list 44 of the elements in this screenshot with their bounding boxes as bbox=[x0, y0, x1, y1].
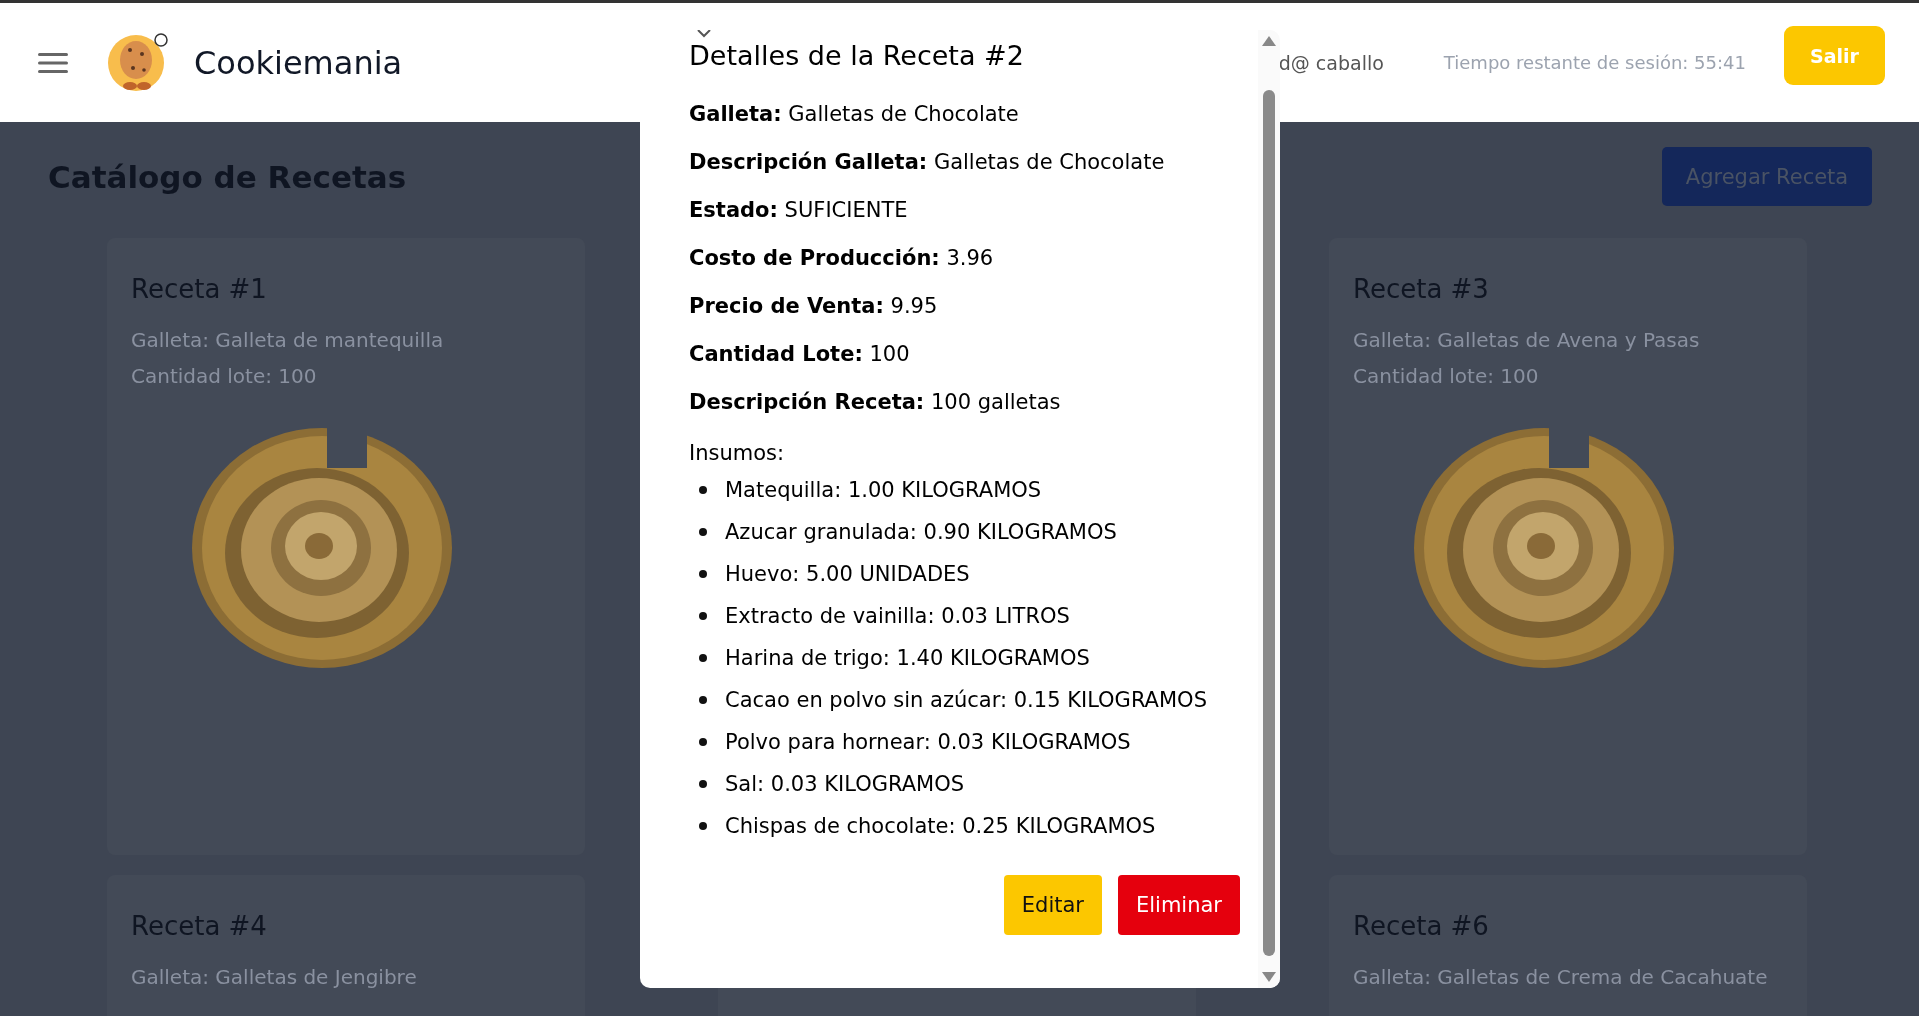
logout-button[interactable]: Salir bbox=[1784, 26, 1885, 85]
bullet-icon bbox=[699, 570, 707, 578]
menu-icon[interactable] bbox=[38, 51, 68, 74]
dialog-title: Detalles de la Receta #2 bbox=[689, 40, 1025, 71]
bullet-icon bbox=[699, 696, 707, 704]
scroll-down-icon[interactable] bbox=[1262, 972, 1276, 982]
cookie-name: Galleta: Galletas de Avena y Pasas bbox=[1353, 328, 1701, 354]
detail-field: Descripción Galleta: Galletas de Chocolate bbox=[689, 149, 1258, 176]
ingredient-item: Matequilla: 1.00 KILOGRAMOS bbox=[725, 478, 1042, 502]
bullet-icon bbox=[699, 738, 707, 746]
scroll-up-icon[interactable] bbox=[1262, 36, 1276, 46]
bullet-icon bbox=[699, 528, 707, 536]
cookie-name: Galleta: Galleta de mantequilla bbox=[131, 328, 445, 354]
scrollbar-thumb[interactable] bbox=[1263, 90, 1275, 956]
bullet-icon bbox=[699, 822, 707, 830]
ingredient-item: Cacao en polvo sin azúcar: 0.15 KILOGRAMOS bbox=[725, 688, 1207, 712]
detail-field: Cantidad Lote: 100 bbox=[689, 341, 1258, 368]
edit-button[interactable]: Editar bbox=[1003, 875, 1102, 935]
bullet-icon bbox=[699, 486, 707, 494]
cookie-name: Galleta: Galletas de Crema de Cacahuate bbox=[1353, 965, 1769, 991]
ingredient-item: Azucar granulada: 0.90 KILOGRAMOS bbox=[725, 520, 1117, 544]
detail-field: Descripción Receta: 100 galletas bbox=[689, 389, 1258, 416]
brand-name: Cookiemania bbox=[194, 43, 403, 82]
ingredient-item: Chispas de chocolate: 0.25 KILOGRAMOS bbox=[725, 814, 1156, 838]
user-name: d@ caballo bbox=[1278, 51, 1384, 74]
ingredient-item: Huevo: 5.00 UNIDADES bbox=[725, 562, 970, 586]
bullet-icon bbox=[699, 780, 707, 788]
ingredient-item: Sal: 0.03 KILOGRAMOS bbox=[725, 772, 965, 796]
detail-field: Costo de Producción: 3.96 bbox=[689, 245, 1258, 272]
detail-field: Precio de Venta: 9.95 bbox=[689, 293, 1258, 320]
batch-quantity: Cantidad lote: 100 bbox=[1353, 364, 1540, 390]
ingredients-label: Insumos: bbox=[689, 441, 786, 465]
cookie-name: Galleta: Galletas de Jengibre bbox=[131, 965, 418, 991]
batch-quantity: Cantidad lote: 100 bbox=[131, 364, 318, 390]
delete-button[interactable]: Eliminar bbox=[1117, 875, 1240, 935]
ingredient-item: Harina de trigo: 1.40 KILOGRAMOS bbox=[725, 646, 1090, 670]
detail-field: Estado: SUFICIENTE bbox=[689, 197, 1258, 224]
ingredient-item: Extracto de vainilla: 0.03 LITROS bbox=[725, 604, 1070, 628]
close-icon[interactable] bbox=[696, 30, 712, 38]
detail-field: Galleta: Galletas de Chocolate bbox=[689, 101, 1258, 128]
bullet-icon bbox=[699, 612, 707, 620]
bullet-icon bbox=[699, 654, 707, 662]
session-timer: Tiempo restante de sesión: 55:41 bbox=[1443, 52, 1746, 73]
ingredient-item: Polvo para hornear: 0.03 KILOGRAMOS bbox=[725, 730, 1131, 754]
